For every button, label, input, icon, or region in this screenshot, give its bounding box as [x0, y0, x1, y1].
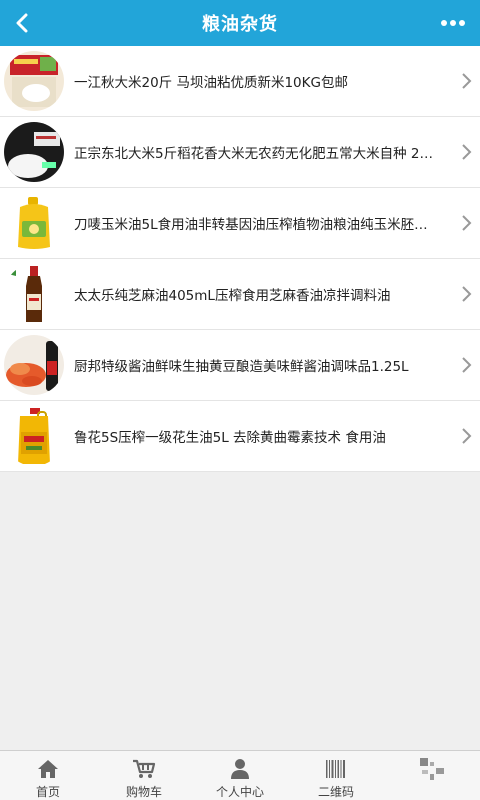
tab-profile[interactable]: 个人中心	[192, 751, 288, 800]
chevron-right-icon	[462, 357, 472, 373]
product-item[interactable]: 鲁花5S压榨一级花生油5L 去除黄曲霉素技术 食用油	[0, 401, 480, 472]
top-header: 粮油杂货	[0, 0, 480, 46]
barcode-icon	[326, 759, 345, 778]
tab-label: 首页	[35, 785, 60, 799]
chevron-right-icon	[462, 286, 472, 302]
product-thumbnail	[4, 335, 64, 395]
product-name: 太太乐纯芝麻油405mL压榨食用芝麻香油凉拌调料油	[74, 288, 391, 304]
cart-icon	[133, 759, 156, 778]
more-dots-icon	[441, 20, 465, 26]
product-name: 刀唛玉米油5L食用油非转基因油压榨植物油粮油纯玉米胚芽油	[74, 217, 436, 233]
tab-barcode[interactable]: 二维码	[288, 751, 384, 800]
bottom-tab-bar: 首页 购物车 个人中心 二维码	[0, 750, 480, 800]
more-button[interactable]	[436, 7, 470, 39]
home-icon	[38, 759, 58, 778]
tab-qrcode[interactable]	[384, 751, 480, 800]
product-item[interactable]: 刀唛玉米油5L食用油非转基因油压榨植物油粮油纯玉米胚芽油	[0, 188, 480, 259]
product-item[interactable]: 一江秋大米20斤 马坝油粘优质新米10KG包邮	[0, 46, 480, 117]
chevron-right-icon	[462, 73, 472, 89]
product-thumbnail	[4, 122, 64, 182]
product-thumbnail	[4, 51, 64, 111]
chevron-right-icon	[462, 428, 472, 444]
product-item[interactable]: 厨邦特级酱油鲜味生抽黄豆酿造美味鲜酱油调味品1.25L	[0, 330, 480, 401]
chevron-right-icon	[462, 144, 472, 160]
tab-cart[interactable]: 购物车	[96, 751, 192, 800]
tab-label: 购物车	[125, 785, 162, 799]
product-name: 厨邦特级酱油鲜味生抽黄豆酿造美味鲜酱油调味品1.25L	[74, 359, 409, 375]
product-name: 一江秋大米20斤 马坝油粘优质新米10KG包邮	[74, 75, 348, 91]
product-thumbnail	[4, 193, 64, 253]
tab-home[interactable]: 首页	[0, 751, 96, 800]
product-item[interactable]: 太太乐纯芝麻油405mL压榨食用芝麻香油凉拌调料油	[0, 259, 480, 330]
product-thumbnail	[4, 264, 64, 324]
tab-label: 个人中心	[215, 785, 264, 799]
chevron-right-icon	[462, 215, 472, 231]
product-name: 正宗东北大米5斤稻花香大米无农药无化肥五常大米自种 2.5KG	[74, 146, 436, 162]
product-list: 一江秋大米20斤 马坝油粘优质新米10KG包邮 正宗东北大米5斤稻花香大米无农药…	[0, 46, 480, 472]
product-name: 鲁花5S压榨一级花生油5L 去除黄曲霉素技术 食用油	[74, 430, 386, 446]
product-thumbnail	[4, 406, 64, 466]
back-button[interactable]	[6, 7, 38, 39]
qrcode-icon	[420, 758, 444, 780]
user-icon	[231, 758, 249, 779]
product-item[interactable]: 正宗东北大米5斤稻花香大米无农药无化肥五常大米自种 2.5KG	[0, 117, 480, 188]
chevron-left-icon	[16, 13, 28, 33]
tab-label: 二维码	[317, 785, 354, 799]
page-title: 粮油杂货	[202, 14, 278, 35]
